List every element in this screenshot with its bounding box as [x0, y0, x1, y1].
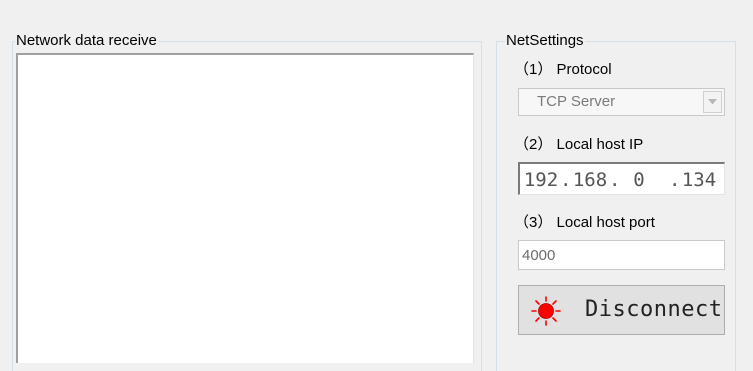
- protocol-dropdown-button[interactable]: [703, 91, 722, 113]
- disconnect-button[interactable]: Disconnect: [518, 285, 725, 335]
- ip-octet-2[interactable]: 168: [571, 169, 609, 191]
- network-receive-title: Network data receive: [15, 32, 158, 50]
- protocol-selected-value: TCP Server: [537, 93, 616, 110]
- local-ip-label: （2） Local host IP: [514, 136, 644, 153]
- local-port-input[interactable]: [518, 240, 725, 270]
- protocol-label: （1） Protocol: [514, 61, 612, 78]
- local-port-label: （3） Local host port: [514, 214, 655, 231]
- ip-dot: .: [669, 169, 681, 191]
- net-settings-title: NetSettings: [505, 32, 585, 50]
- protocol-select[interactable]: TCP Server: [518, 88, 725, 116]
- chevron-down-icon: [708, 99, 717, 105]
- network-receive-textarea[interactable]: [16, 53, 474, 363]
- ip-dot: .: [609, 169, 621, 191]
- red-led-icon: [531, 296, 561, 326]
- disconnect-label: Disconnect: [585, 297, 723, 322]
- ip-octet-1[interactable]: 192: [522, 169, 560, 191]
- ip-octet-3[interactable]: 0: [620, 169, 658, 191]
- ip-dot: .: [560, 169, 572, 191]
- ip-octet-4[interactable]: 134: [680, 169, 718, 191]
- local-ip-field[interactable]: 192 . 168 . 0 . 134: [518, 162, 725, 195]
